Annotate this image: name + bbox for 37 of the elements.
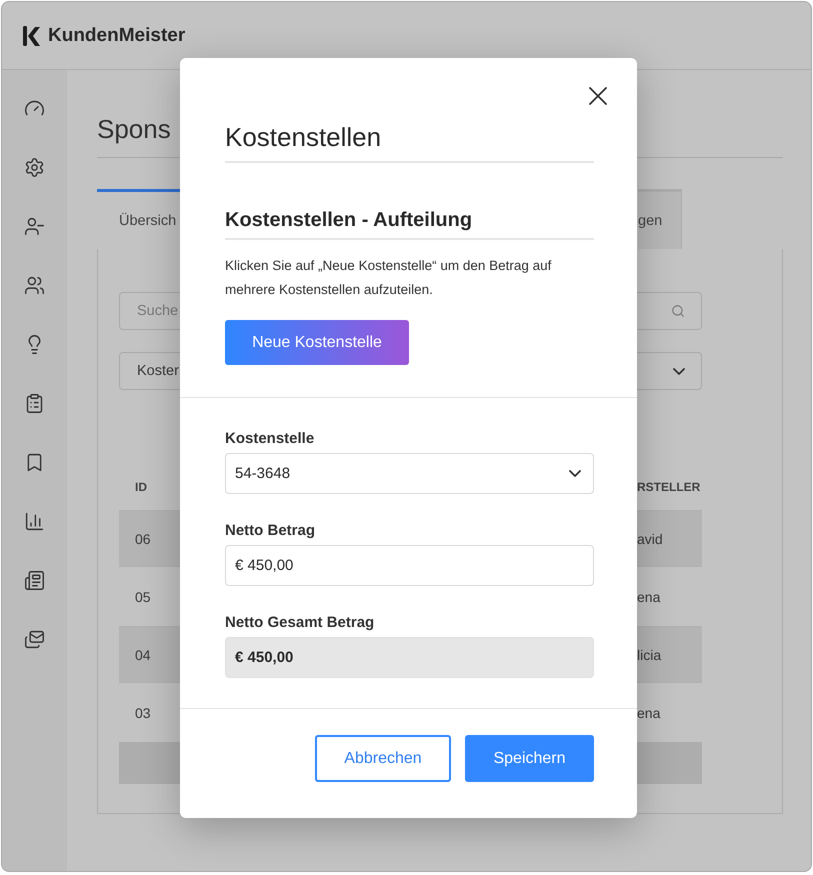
mail-icon[interactable] [24, 629, 45, 650]
section-title: Kostenstellen - Aufteilung [225, 209, 594, 240]
bar-chart-icon[interactable] [24, 511, 45, 532]
user-icon[interactable] [24, 216, 45, 237]
table-cell-text: ena [637, 588, 662, 604]
table-cell-text: 05 [134, 588, 152, 604]
table-cell-text: 06 [134, 530, 152, 546]
tab[interactable]: gen [638, 189, 682, 249]
table-cell-text: 03 [134, 704, 152, 720]
table-cell-text: licia [637, 646, 662, 662]
field-label: Netto Betrag [225, 522, 316, 539]
close-icon [589, 87, 607, 105]
table-cell-text: 04 [134, 646, 152, 662]
new-cost-center-button[interactable]: Neue Kostenstelle [225, 320, 409, 365]
table-cell-text: ena [637, 704, 662, 720]
table-cell-text: avid [637, 530, 664, 546]
settings-icon[interactable] [24, 157, 45, 178]
clipboard-icon[interactable] [24, 393, 45, 414]
save-button[interactable]: Speichern [465, 735, 594, 782]
dialog-title: Kostenstellen [225, 122, 594, 163]
description: Klicken Sie auf „Neue Kostenstelle“ um den Betrag auf mehrere Kostenstellen aufzuteilen. [225, 257, 552, 299]
logo-icon [23, 26, 40, 46]
readonly-field: € 450,00 [225, 637, 594, 678]
select-field[interactable]: 54-3648 [225, 453, 594, 494]
cancel-button[interactable]: Abbrechen [315, 735, 451, 782]
column-header: RSTELLER [637, 480, 702, 494]
chevron-icon [569, 470, 581, 477]
field-label: Kostenstelle [225, 430, 316, 447]
column-header: ID [134, 480, 148, 494]
chevron-icon [673, 368, 685, 374]
search-icon [671, 304, 685, 318]
users-icon[interactable] [24, 275, 45, 296]
app-name: KundenMeister [48, 24, 186, 46]
field-label: Netto Gesamt Betrag [225, 614, 376, 631]
document-icon[interactable] [24, 570, 45, 591]
input-field[interactable]: € 450,00 [225, 545, 594, 586]
close-button[interactable] [589, 87, 607, 105]
